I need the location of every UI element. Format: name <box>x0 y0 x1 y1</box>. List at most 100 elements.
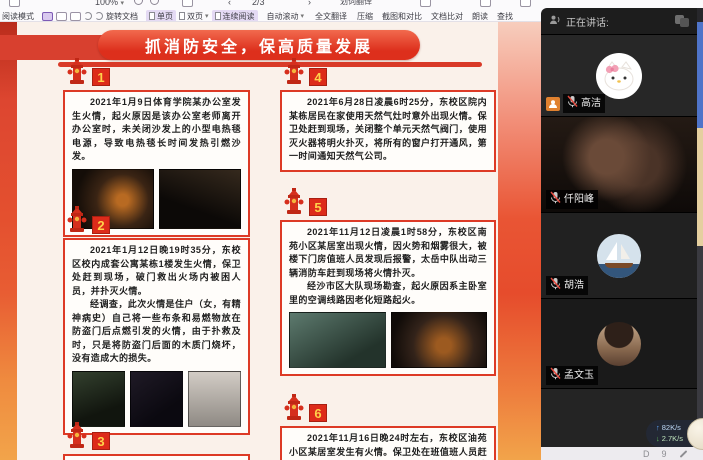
pen-icon[interactable] <box>679 450 687 458</box>
read-aloud-icon[interactable] <box>520 0 531 7</box>
case-photos <box>72 371 241 427</box>
case-photo <box>130 371 183 427</box>
section-box: 2021年11月16日晚24时左右，东校区油苑小区某居室发生有火情。保卫处在班值… <box>280 426 496 460</box>
speaking-label: 正在讲话: <box>566 14 609 29</box>
doc-compare-button[interactable]: 文档比对 <box>431 11 463 22</box>
upload-arrow-icon: ↑ <box>656 422 660 433</box>
taskbar-icon[interactable]: D <box>643 449 650 459</box>
mic-muted-icon <box>550 367 561 384</box>
section-head: 3 <box>67 422 250 453</box>
single-page-icon <box>149 12 155 20</box>
section-head: 6 <box>284 394 496 425</box>
mic-muted-icon <box>550 191 561 208</box>
layout-switch-icon[interactable] <box>675 15 689 27</box>
case-photos <box>289 312 487 368</box>
video-tile[interactable]: 孟文玉 <box>541 298 697 388</box>
read-aloud-button[interactable]: 朗读 <box>472 11 488 22</box>
fire-case-2: 2 2021年1月12日晚19时35分，东校区校内成套公寓某栋1楼发生火情，保卫… <box>63 206 250 435</box>
section-number-badge: 5 <box>309 198 327 216</box>
mic-muted-icon <box>550 277 561 294</box>
continuous-read-button[interactable]: 连续阅读 <box>212 10 258 23</box>
section-box: 2021年4月15日16时15分，东校区院 <box>63 454 250 460</box>
zoom-in-icon[interactable] <box>150 0 159 5</box>
read-mode-button[interactable]: 阅读模式 <box>2 11 34 22</box>
scrollbar-thumb[interactable] <box>697 22 703 128</box>
video-tile[interactable]: 胡浩 <box>541 212 697 298</box>
fire-hydrant-icon <box>67 206 87 237</box>
bg-swatch-icon[interactable] <box>42 12 53 21</box>
case-text: 经调查，此次火情是住户（女，有精神病史）自己将一些布条和易燃物放在防盗门后点燃引… <box>72 298 241 366</box>
fire-hydrant-icon <box>284 188 304 219</box>
case-text: 2021年6月28日凌晨6时25分，东校区院内某栋居民在家使用天然气灶时意外出现… <box>289 96 487 164</box>
fire-case-3: 3 2021年4月15日16时15分，东校区院 <box>63 422 250 460</box>
section-number-badge: 1 <box>92 68 110 86</box>
bg-swatch-icon[interactable] <box>70 12 81 21</box>
full-translate-button[interactable]: 全文翻译 <box>315 11 347 22</box>
section-box: 2021年6月28日凌晨6时25分，东校区院内某栋居民在家使用天然气灶时意外出现… <box>280 90 496 172</box>
zoom-out-icon[interactable] <box>134 0 143 5</box>
rotate-doc-button[interactable]: 旋转文档 <box>106 11 138 22</box>
section-head: 4 <box>284 58 496 89</box>
sidebar-toggle-icon[interactable] <box>9 0 20 7</box>
participant-name-row: 高洁 <box>546 94 605 113</box>
find-button[interactable]: 查找 <box>497 11 513 22</box>
participant-name-row: 孟文玉 <box>546 366 598 385</box>
fire-case-4: 4 2021年6月28日凌晨6时25分，东校区院内某栋居民在家使用天然气灶时意外… <box>280 58 496 172</box>
prev-page-button[interactable]: ‹ <box>228 0 231 9</box>
download-arrow-icon: ↓ <box>656 433 660 444</box>
speaker-icon <box>549 14 561 29</box>
bg-swatch-icon[interactable] <box>56 12 67 21</box>
fire-hydrant-icon <box>284 58 304 89</box>
video-tile[interactable]: 仟阳峰 <box>541 116 697 212</box>
fire-hydrant-icon <box>284 394 304 425</box>
participant-name: 高洁 <box>581 98 601 110</box>
case-text: 2021年1月12日晚19时35分，东校区校内成套公寓某栋1楼发生火情，保卫处赶… <box>72 244 241 298</box>
participant-name: 仟阳峰 <box>564 194 594 206</box>
case-photo <box>188 371 241 427</box>
fire-hydrant-icon <box>67 58 87 89</box>
scan-edge-left <box>0 22 17 460</box>
section-box: 2021年11月12日凌晨1时58分，东校区南苑小区某居室出现火情，因火势和烟雾… <box>280 220 496 376</box>
section-number-badge: 3 <box>92 432 110 450</box>
section-number-badge: 4 <box>309 68 327 86</box>
scrollbar[interactable] <box>697 8 703 447</box>
word-translate-toggle[interactable]: 划词翻译 <box>340 0 372 9</box>
next-page-button[interactable]: › <box>308 0 311 9</box>
auto-scroll-button[interactable]: 自动滚动▾ <box>264 10 308 23</box>
pages-icon[interactable] <box>182 0 193 7</box>
rotate-left-icon[interactable] <box>84 12 92 20</box>
taskbar: D 9 <box>541 447 703 460</box>
fire-case-5: 5 2021年11月12日凌晨1时58分，东校区南苑小区某居室出现火情，因火势和… <box>280 188 496 376</box>
compress-button[interactable]: 压缩 <box>357 11 373 22</box>
mic-muted-icon <box>567 95 578 112</box>
case-text: 2021年1月9日体育学院某办公室发生火情，起火原因是该办公室老师离开办公室时，… <box>72 96 241 164</box>
scrollbar-segment <box>697 246 703 447</box>
screen: 100% ▾ ‹ 2/3 › 划词翻译 阅读模式 旋转文档 单页 双页▾ 连续阅… <box>0 0 703 460</box>
taskbar-icon[interactable]: 9 <box>662 449 667 459</box>
panel-header: 正在讲话: <box>541 8 697 34</box>
scrollbar-segment <box>697 128 703 246</box>
doc-compare-icon[interactable] <box>480 0 491 7</box>
download-speed: 2.7K/s <box>662 433 683 444</box>
participant-name: 孟文玉 <box>564 370 594 382</box>
continuous-icon <box>215 12 221 20</box>
avatar <box>597 234 641 278</box>
participant-name-row: 胡浩 <box>546 276 588 295</box>
single-page-button[interactable]: 单页 <box>146 10 176 23</box>
screenshot-compare-button[interactable]: 截图和对比 <box>382 11 422 22</box>
double-page-button[interactable]: 双页▾ <box>176 10 212 23</box>
meeting-panel: 正在讲话: 高洁 仟阳峰 <box>541 8 697 447</box>
section-head: 1 <box>67 58 250 89</box>
rotate-right-icon[interactable] <box>95 12 103 20</box>
section-number-badge: 6 <box>309 404 327 422</box>
host-icon <box>546 97 560 111</box>
double-page-icon <box>179 12 185 20</box>
screenshot-compare-icon[interactable] <box>420 0 431 7</box>
case-photo <box>391 312 488 368</box>
upload-speed: 82K/s <box>662 422 681 433</box>
case-text: 经沙市区大队现场勘查，起火原因系主卧室里的空调线路因老化短路起火。 <box>289 280 487 307</box>
section-number-badge: 2 <box>92 216 110 234</box>
video-tile[interactable]: 高洁 <box>541 34 697 116</box>
section-head: 5 <box>284 188 496 219</box>
section-head: 2 <box>67 206 250 237</box>
